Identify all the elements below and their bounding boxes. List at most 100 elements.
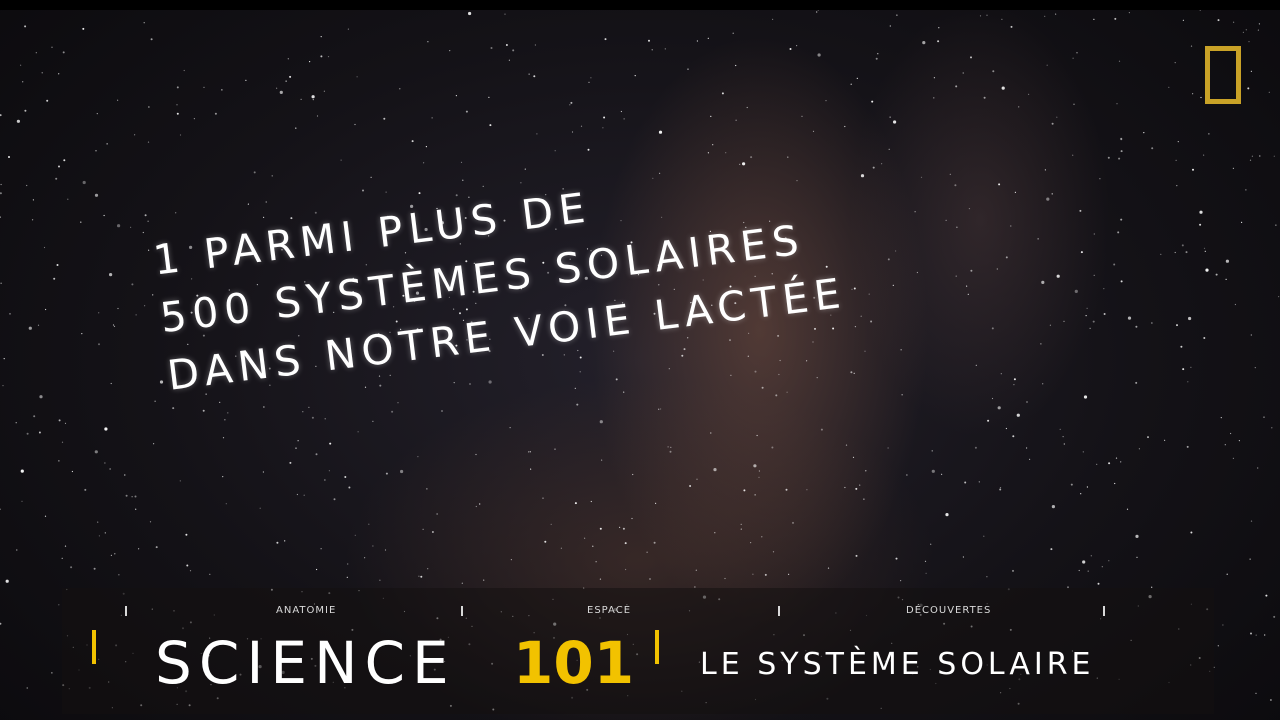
star (222, 476, 224, 478)
star (1273, 615, 1276, 618)
star (560, 547, 563, 549)
star (1059, 428, 1061, 430)
star (1115, 457, 1118, 459)
star (1135, 534, 1139, 539)
star (1078, 569, 1080, 572)
star (660, 408, 662, 410)
star (153, 443, 155, 445)
star (550, 523, 552, 526)
star (1188, 316, 1192, 321)
star (131, 283, 134, 286)
star (735, 64, 737, 67)
star (55, 177, 58, 180)
star (117, 99, 119, 101)
star (5, 579, 9, 583)
star (1040, 343, 1042, 345)
star (1000, 373, 1002, 375)
star (1013, 384, 1015, 386)
star (1232, 167, 1234, 169)
star (772, 18, 774, 20)
star (347, 563, 349, 565)
series-title: SCIENCE (155, 629, 456, 697)
star (179, 480, 181, 482)
star (333, 498, 336, 501)
star (297, 440, 299, 442)
star (754, 370, 757, 373)
star (1203, 337, 1206, 339)
star (1273, 155, 1275, 157)
star (997, 406, 1001, 410)
star (114, 553, 116, 555)
star (94, 193, 99, 197)
star (1076, 52, 1078, 54)
star (1016, 413, 1020, 417)
star (189, 570, 192, 572)
star (536, 133, 538, 135)
star (812, 130, 815, 132)
star (1259, 155, 1261, 157)
star (987, 419, 990, 422)
star (117, 224, 121, 228)
star (1180, 345, 1183, 348)
star (1046, 64, 1048, 66)
star (845, 444, 848, 446)
star (1120, 150, 1123, 153)
star (308, 406, 310, 408)
star (1103, 288, 1105, 290)
star (284, 540, 286, 542)
star (1147, 436, 1149, 439)
star (399, 88, 401, 90)
star (764, 573, 767, 576)
star (1026, 401, 1028, 403)
star (1080, 493, 1082, 495)
star (96, 113, 98, 115)
star (176, 104, 178, 106)
star (651, 49, 653, 51)
star (95, 150, 97, 152)
star (851, 288, 853, 290)
star (1269, 699, 1272, 701)
star (46, 99, 49, 102)
star (574, 387, 576, 389)
star (945, 513, 949, 517)
star (329, 442, 332, 445)
star (579, 371, 581, 373)
star (509, 427, 511, 429)
star (752, 573, 754, 575)
star (113, 325, 116, 327)
star (889, 116, 891, 118)
star (300, 98, 302, 100)
star (646, 551, 648, 553)
star (253, 171, 256, 174)
star (632, 473, 634, 476)
star (653, 541, 656, 544)
star (1093, 18, 1095, 20)
star (1120, 218, 1123, 221)
star (109, 273, 113, 277)
star (1168, 86, 1170, 88)
star (82, 180, 86, 185)
star (489, 124, 492, 127)
star (1135, 381, 1138, 384)
star (1249, 558, 1251, 560)
star (825, 100, 827, 102)
star (1199, 223, 1202, 226)
star (1083, 395, 1088, 399)
star (1108, 560, 1110, 562)
star (427, 41, 429, 43)
star (479, 503, 481, 505)
star (379, 579, 381, 581)
star (465, 110, 468, 113)
star (853, 372, 855, 374)
star (427, 568, 429, 570)
series-number: 101 (513, 629, 635, 697)
star (225, 503, 227, 505)
star (860, 315, 862, 317)
star (109, 468, 111, 470)
star (247, 203, 249, 205)
star (1187, 381, 1189, 383)
star (996, 268, 998, 270)
star (26, 687, 28, 689)
star (710, 115, 712, 117)
star (1029, 458, 1031, 460)
